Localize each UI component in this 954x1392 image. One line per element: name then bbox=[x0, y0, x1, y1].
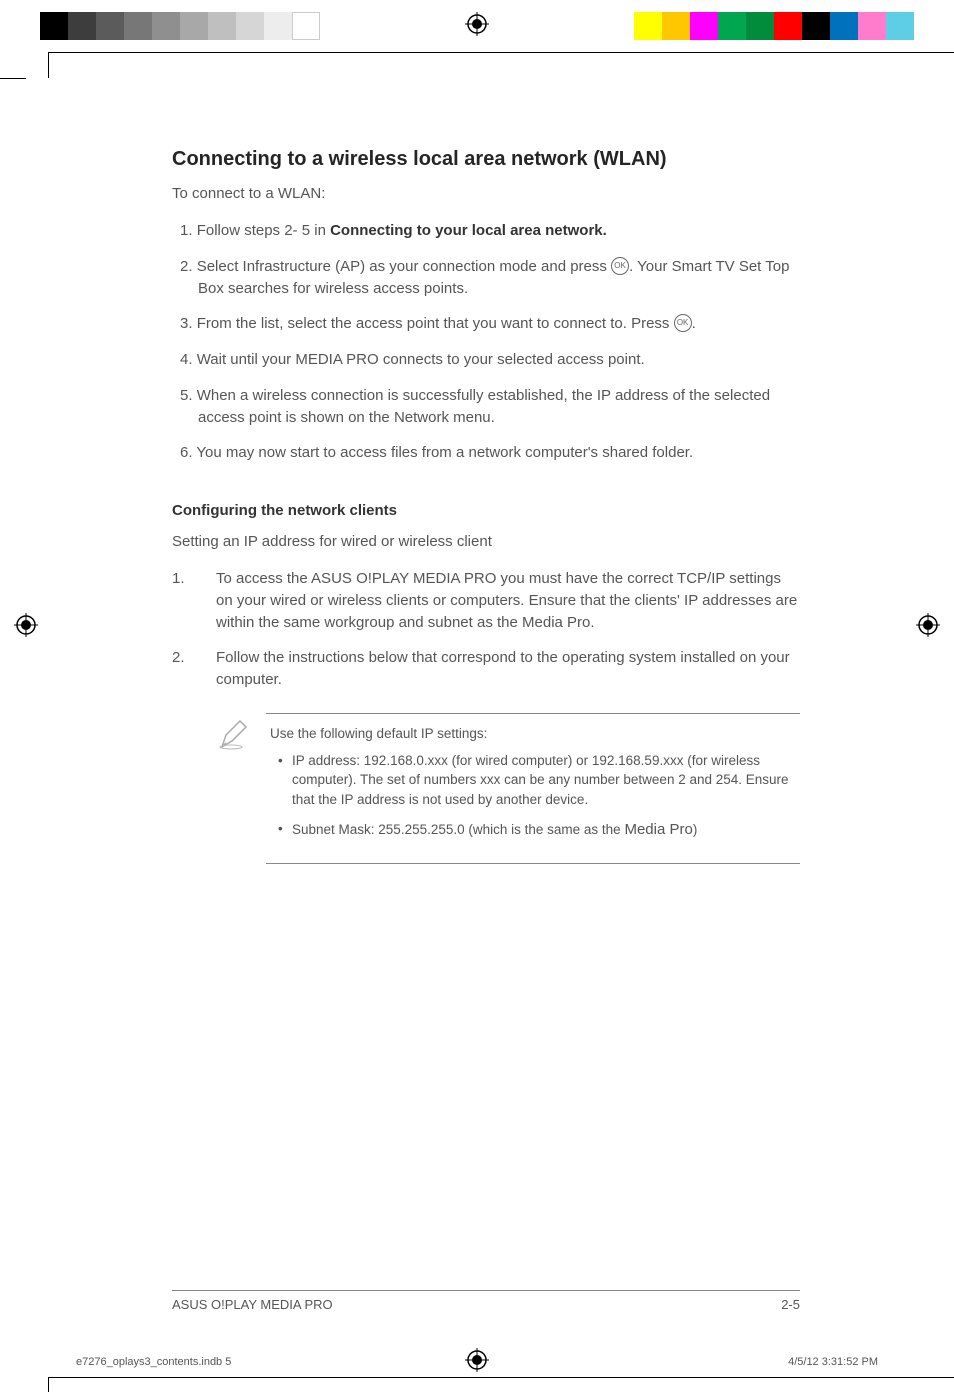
step-item: 6. You may now start to access files fro… bbox=[172, 442, 800, 464]
section-title: Connecting to a wireless local area netw… bbox=[172, 148, 800, 171]
note-bullet: Subnet Mask: 255.255.255.0 (which is the… bbox=[270, 819, 796, 841]
section-intro: To connect to a WLAN: bbox=[172, 185, 800, 202]
footer-page-number: 2-5 bbox=[781, 1297, 800, 1312]
note-bullets: IP address: 192.168.0.xxx (for wired com… bbox=[270, 751, 796, 841]
ok-button-icon: OK bbox=[674, 314, 692, 332]
step-item: 1. Follow steps 2- 5 in Connecting to yo… bbox=[172, 220, 800, 242]
color-swatches bbox=[634, 12, 914, 40]
registration-mark-icon bbox=[14, 613, 38, 637]
crop-mark bbox=[48, 52, 49, 78]
numbered-list: 1. To access the ASUS O!PLAY MEDIA PRO y… bbox=[172, 568, 800, 691]
step-item: 2. Select Infrastructure (AP) as your co… bbox=[172, 256, 800, 300]
page-content: Connecting to a wireless local area netw… bbox=[172, 148, 800, 864]
note-lead: Use the following default IP settings: bbox=[270, 726, 796, 741]
grayscale-swatches bbox=[40, 12, 320, 40]
subsection-intro: Setting an IP address for wired or wirel… bbox=[172, 533, 800, 550]
ok-button-icon: OK bbox=[611, 257, 629, 275]
step-item: 4. Wait until your MEDIA PRO connects to… bbox=[172, 349, 800, 371]
registration-mark-icon bbox=[916, 613, 940, 637]
subsection-heading: Configuring the network clients bbox=[172, 502, 800, 519]
step-item: 3. From the list, select the access poin… bbox=[172, 313, 800, 335]
note-block: Use the following default IP settings: I… bbox=[216, 713, 800, 864]
list-item: 1. To access the ASUS O!PLAY MEDIA PRO y… bbox=[172, 568, 800, 633]
note-body: Use the following default IP settings: I… bbox=[266, 713, 800, 864]
print-filename: e7276_oplays3_contents.indb 5 bbox=[76, 1356, 231, 1368]
crop-mark bbox=[48, 1378, 49, 1392]
print-timestamp: 4/5/12 3:31:52 PM bbox=[788, 1356, 878, 1368]
registration-mark-icon bbox=[465, 12, 489, 36]
print-slug: e7276_oplays3_contents.indb 5 4/5/12 3:3… bbox=[76, 1356, 878, 1368]
crop-mark bbox=[48, 1377, 954, 1378]
page-footer: ASUS O!PLAY MEDIA PRO 2-5 bbox=[172, 1290, 800, 1312]
footer-product: ASUS O!PLAY MEDIA PRO bbox=[172, 1297, 333, 1312]
note-bullet: IP address: 192.168.0.xxx (for wired com… bbox=[270, 751, 796, 810]
crop-mark bbox=[48, 52, 954, 53]
steps-list: 1. Follow steps 2- 5 in Connecting to yo… bbox=[172, 220, 800, 464]
list-item: 2. Follow the instructions below that co… bbox=[172, 647, 800, 691]
pencil-note-icon bbox=[216, 713, 252, 864]
step-item: 5. When a wireless connection is success… bbox=[172, 385, 800, 429]
crop-mark bbox=[0, 78, 26, 79]
